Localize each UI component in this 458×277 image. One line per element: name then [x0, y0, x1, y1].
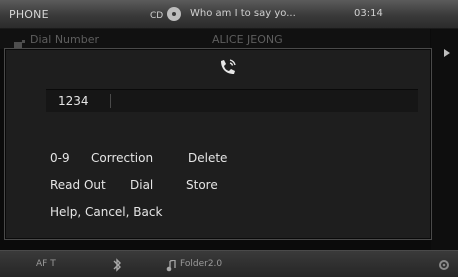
scrollbar[interactable] [431, 29, 458, 250]
list-item-label: Dial Number [30, 33, 100, 46]
clock: 03:14 [354, 8, 383, 19]
music-note-icon [166, 257, 176, 276]
list-item[interactable]: Dial Number ALICE JEONG [0, 29, 430, 49]
bottom-status-bar: AF T Folder2.0 [0, 250, 458, 277]
command-dial[interactable]: Dial [130, 178, 153, 192]
bluetooth-icon [112, 257, 122, 276]
number-input[interactable]: 1234 [46, 89, 418, 112]
now-playing[interactable]: CD Who am I to say yo... [150, 5, 300, 23]
now-playing-track: Who am I to say yo... [190, 8, 296, 19]
command-correction[interactable]: Correction [91, 151, 153, 165]
command-store[interactable]: Store [186, 178, 218, 192]
gear-icon[interactable] [437, 257, 451, 276]
number-value: 1234 [58, 94, 89, 108]
command-read-out[interactable]: Read Out [50, 178, 106, 192]
svg-text:CD: CD [150, 11, 163, 21]
scroll-arrow-icon[interactable] [444, 42, 450, 61]
list-item-contact: ALICE JEONG [212, 33, 283, 46]
mode-label: PHONE [9, 8, 49, 21]
radio-station: AF T [36, 259, 56, 269]
top-status-bar: PHONE CD Who am I to say yo... 03:14 [0, 0, 458, 29]
dial-number-dialog: 1234 0-9 Correction Delete Read Out Dial… [4, 48, 432, 240]
cd-icon: CD [150, 5, 186, 27]
command-help-cancel-back[interactable]: Help, Cancel, Back [50, 205, 162, 219]
media-folder: Folder2.0 [180, 259, 223, 269]
command-digits[interactable]: 0-9 [50, 151, 70, 165]
command-delete[interactable]: Delete [188, 151, 227, 165]
phone-handset-icon [218, 57, 238, 81]
phone-screen: PHONE CD Who am I to say yo... 03:14 Dia… [0, 0, 458, 277]
text-cursor [110, 94, 111, 108]
